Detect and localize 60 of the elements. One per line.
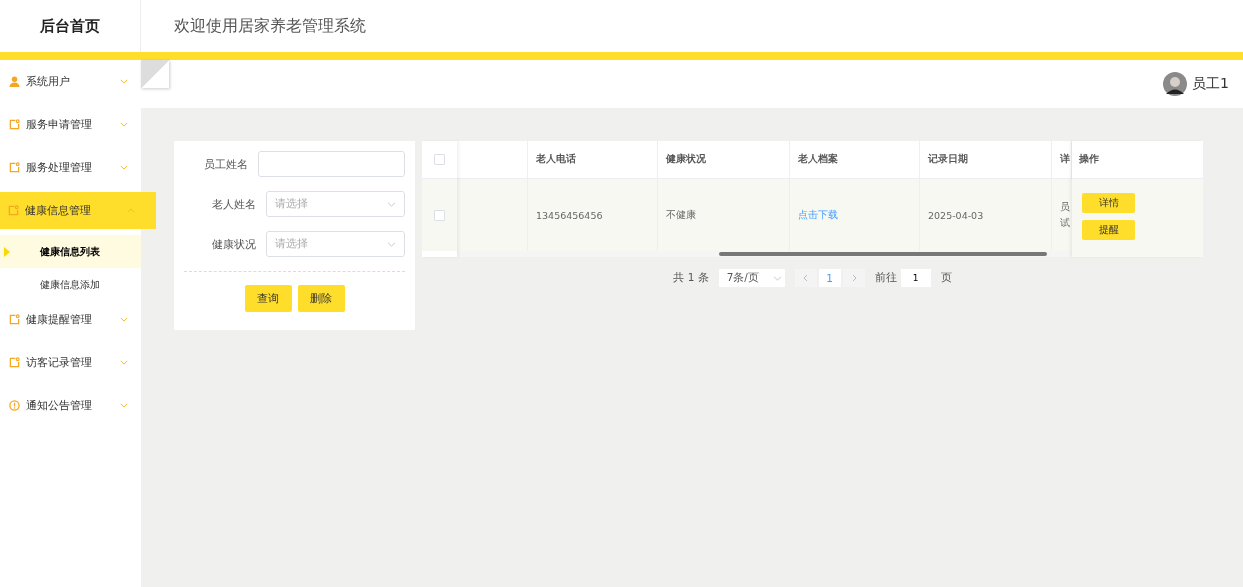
page-suffix: 页 [940,271,952,285]
field-label: 健康状况 [210,236,256,252]
action-button[interactable]: 详情 [1082,193,1135,213]
checkbox[interactable] [434,154,445,165]
input-field[interactable] [258,151,405,177]
chevron-down-icon [120,403,128,408]
note-icon [9,314,20,325]
menu-item[interactable]: 健康信息管理 [0,192,156,229]
table-cell: 不健康 [666,208,696,222]
chevron-down-icon [387,201,396,207]
header-title: 欢迎使用居家养老管理系统 [174,15,366,37]
info-icon [9,400,20,411]
page-size-select[interactable]: 7条/页 [718,269,785,287]
checkbox[interactable] [434,209,445,221]
next-page-icon[interactable] [842,269,865,287]
submenu-item[interactable]: 健康信息列表 [0,235,141,268]
chevron-down-icon [120,360,128,365]
scrollbar-thumb[interactable] [719,252,1047,256]
chevron-down-icon [120,122,128,127]
column-header: 健康状况 [666,153,706,166]
total-count: 共 1 条 [673,271,709,285]
note-icon [9,119,20,130]
note-icon [9,357,20,368]
chevron-down-icon [120,317,128,322]
table-cell: 员 [1060,200,1070,214]
table-cell: 2025-04-03 [928,209,984,221]
user-icon [9,76,20,87]
chevron-down-icon [120,79,128,84]
chevron-down-icon [387,241,396,247]
note-icon [8,205,19,216]
field-label: 老人姓名 [210,196,256,212]
menu-item[interactable]: 通知公告管理 [0,387,141,424]
goto-label: 前往 [874,271,897,285]
column-header: 操作 [1079,153,1099,166]
menu-item[interactable]: 系统用户 [0,63,141,100]
chevron-down-icon [120,165,128,170]
previous-page-icon[interactable] [794,269,817,287]
column-header: 记录日期 [928,153,968,166]
menu-item[interactable]: 访客记录管理 [0,344,141,381]
table-cell: 试 [1060,216,1070,230]
column-header: 详 [1060,153,1070,166]
chevron-up-icon [127,208,135,213]
menu-item[interactable]: 健康提醒管理 [0,301,141,338]
field-label: 员工姓名 [203,156,248,172]
avatar [1163,72,1188,96]
menu-item[interactable]: 服务申请管理 [0,106,141,143]
column-header: 老人电话 [536,153,576,166]
note-icon [9,162,20,173]
chevron-down-icon [772,275,782,281]
menu-item[interactable]: 服务处理管理 [0,149,141,186]
page-fold-icon [141,60,169,88]
user-name: 员工1 [1192,75,1229,93]
form-button[interactable]: 查询 [244,285,292,312]
form-button[interactable]: 删除 [297,285,345,312]
page-input[interactable]: 1 [900,269,931,287]
column-header: 老人档案 [798,153,838,166]
table-cell: 13456456456 [536,209,603,221]
action-button[interactable]: 提醒 [1082,220,1135,240]
triangle-icon [4,246,10,257]
submenu-item[interactable]: 健康信息添加 [0,268,141,301]
